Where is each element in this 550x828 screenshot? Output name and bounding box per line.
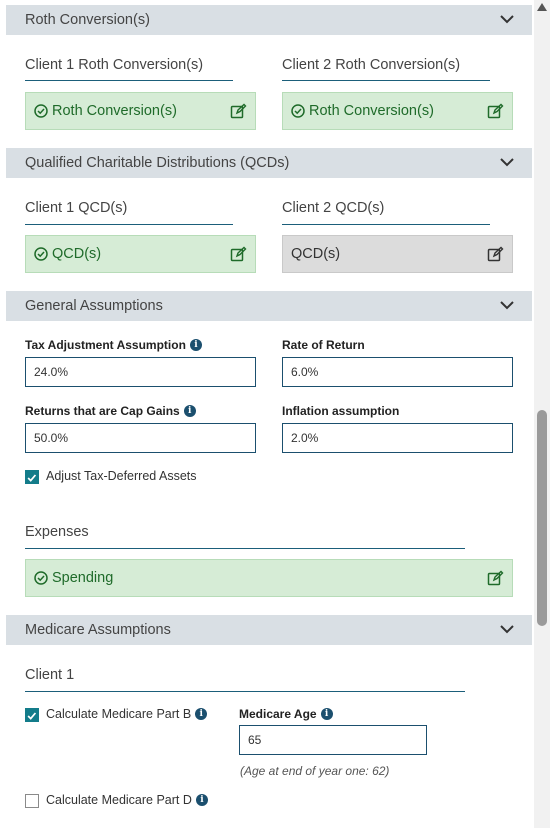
client2-roth-title: Client 2 Roth Conversion(s) <box>282 57 461 73</box>
checkmark-icon <box>27 474 37 482</box>
inflation-input[interactable]: 2.0% <box>282 423 513 453</box>
client1-qcd-card[interactable]: QCD(s) <box>25 235 256 273</box>
divider <box>25 691 465 692</box>
edit-icon[interactable] <box>230 103 247 120</box>
check-circle-icon <box>34 247 48 261</box>
cap-gains-label-text: Returns that are Cap Gains <box>25 404 180 418</box>
part-d-checkbox[interactable] <box>25 794 39 808</box>
client2-qcd-title: Client 2 QCD(s) <box>282 200 385 216</box>
tax-adjustment-input[interactable]: 24.0% <box>25 357 256 387</box>
section-title-medicare: Medicare Assumptions <box>25 622 171 638</box>
edit-icon[interactable] <box>230 246 247 263</box>
section-header-general[interactable]: General Assumptions <box>6 291 532 321</box>
age-hint: (Age at end of year one: 62) <box>240 764 390 778</box>
client1-qcd-title: Client 1 QCD(s) <box>25 200 128 216</box>
adjust-tax-deferred-label: Adjust Tax-Deferred Assets <box>46 469 197 483</box>
client2-roth-card[interactable]: Roth Conversion(s) <box>282 92 513 130</box>
section-header-qcd[interactable]: Qualified Charitable Distributions (QCDs… <box>6 148 532 178</box>
info-icon[interactable]: i <box>183 405 196 417</box>
divider <box>25 80 233 81</box>
medicare-client1-title: Client 1 <box>25 667 75 683</box>
scroll-up-arrow-icon[interactable] <box>537 3 547 11</box>
card-label: QCD(s) <box>52 246 102 262</box>
edit-icon[interactable] <box>487 570 504 587</box>
card-label: Roth Conversion(s) <box>52 103 177 119</box>
section-title-general: General Assumptions <box>25 298 163 314</box>
info-icon[interactable]: i <box>320 708 333 720</box>
info-icon[interactable]: i <box>195 794 208 806</box>
divider <box>25 224 233 225</box>
expenses-title: Expenses <box>25 524 89 540</box>
medicare-age-input[interactable]: 65 <box>239 725 427 755</box>
card-label: QCD(s) <box>291 246 341 262</box>
scroll-thumb[interactable] <box>537 410 547 626</box>
part-d-label: Calculate Medicare Part D i <box>46 793 208 807</box>
spending-card[interactable]: Spending <box>25 559 513 597</box>
tax-adjustment-label: Tax Adjustment Assumption i <box>25 338 202 352</box>
check-circle-icon <box>34 571 48 585</box>
rate-of-return-label-text: Rate of Return <box>282 338 365 352</box>
edit-icon[interactable] <box>487 103 504 120</box>
medicare-age-label-text: Medicare Age <box>239 707 317 721</box>
inflation-label-text: Inflation assumption <box>282 404 400 418</box>
chevron-down-icon[interactable] <box>500 157 514 167</box>
client2-qcd-card[interactable]: QCD(s) <box>282 235 513 273</box>
rate-of-return-label: Rate of Return <box>282 338 365 352</box>
section-header-roth[interactable]: Roth Conversion(s) <box>6 5 532 35</box>
section-title-qcd: Qualified Charitable Distributions (QCDs… <box>25 155 290 171</box>
info-icon[interactable]: i <box>195 708 208 720</box>
checkmark-icon <box>27 712 37 720</box>
part-d-label-text: Calculate Medicare Part D <box>46 793 192 807</box>
card-label: Roth Conversion(s) <box>309 103 434 119</box>
client1-roth-title: Client 1 Roth Conversion(s) <box>25 57 204 73</box>
chevron-down-icon[interactable] <box>500 14 514 24</box>
check-circle-icon <box>34 104 48 118</box>
divider <box>282 224 490 225</box>
cap-gains-label: Returns that are Cap Gains i <box>25 404 196 418</box>
cap-gains-input[interactable]: 50.0% <box>25 423 256 453</box>
divider <box>282 80 490 81</box>
client1-roth-card[interactable]: Roth Conversion(s) <box>25 92 256 130</box>
info-icon[interactable]: i <box>189 339 202 351</box>
divider <box>25 548 465 549</box>
rate-of-return-input[interactable]: 6.0% <box>282 357 513 387</box>
medicare-age-label: Medicare Age i <box>239 707 333 721</box>
chevron-down-icon[interactable] <box>500 300 514 310</box>
section-header-medicare[interactable]: Medicare Assumptions <box>6 615 532 645</box>
card-label: Spending <box>52 570 114 586</box>
section-title-roth: Roth Conversion(s) <box>25 12 150 28</box>
chevron-down-icon[interactable] <box>500 624 514 634</box>
vertical-scrollbar[interactable] <box>534 0 550 828</box>
adjust-tax-deferred-checkbox[interactable] <box>25 470 39 484</box>
assumptions-panel: Roth Conversion(s) Client 1 Roth Convers… <box>6 0 532 828</box>
part-b-label-text: Calculate Medicare Part B <box>46 707 192 721</box>
check-circle-icon <box>291 104 305 118</box>
edit-icon[interactable] <box>487 246 504 263</box>
part-b-label: Calculate Medicare Part B i <box>46 707 208 721</box>
tax-adjustment-label-text: Tax Adjustment Assumption <box>25 338 186 352</box>
part-b-checkbox[interactable] <box>25 708 39 722</box>
inflation-label: Inflation assumption <box>282 404 399 418</box>
